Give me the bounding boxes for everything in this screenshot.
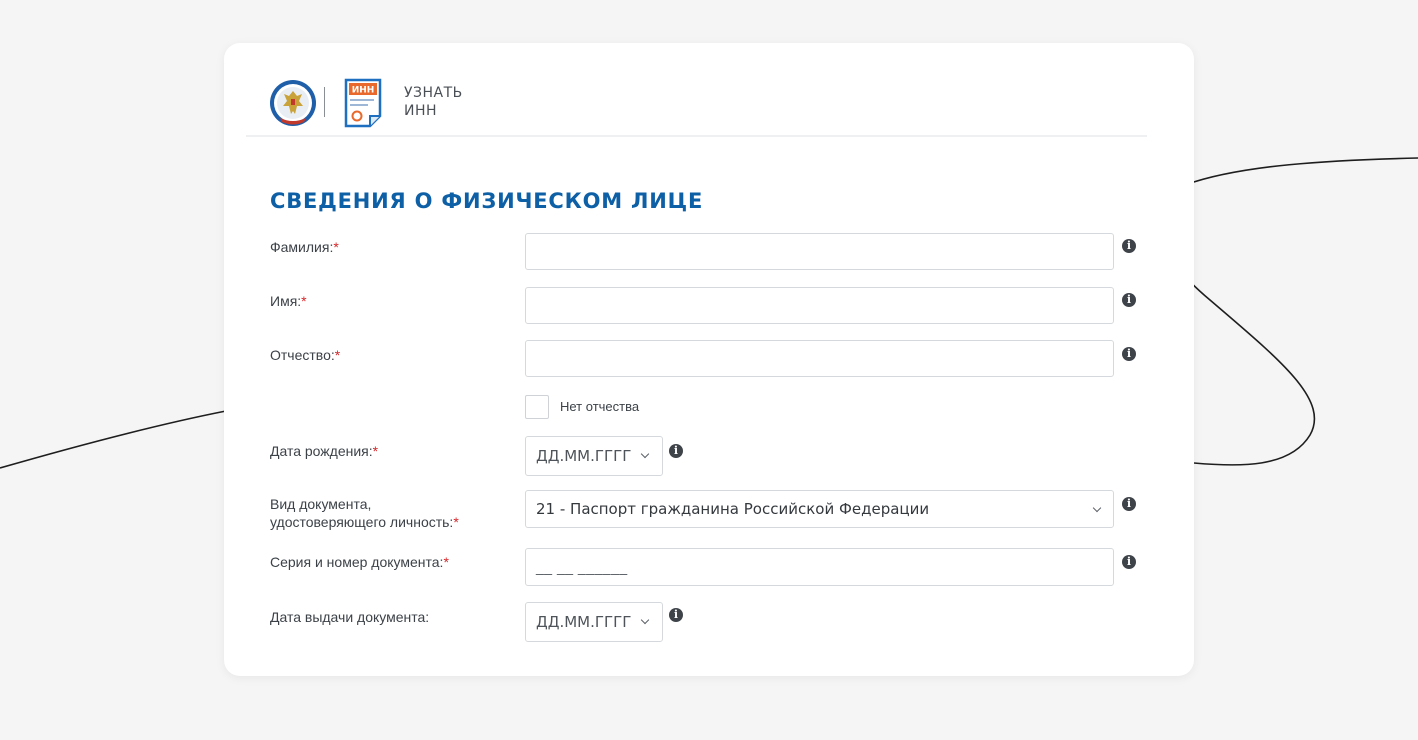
issuedate-picker[interactable]: ДД.ММ.ГГГГ bbox=[525, 602, 663, 642]
chevron-down-icon bbox=[640, 615, 650, 625]
header-logo-bar: ИНН УЗНАТЬ ИНН bbox=[246, 73, 1147, 137]
chevron-down-icon bbox=[1092, 503, 1102, 513]
required-mark: * bbox=[333, 239, 339, 255]
docnumber-input[interactable]: __ __ ______ bbox=[525, 548, 1114, 586]
patronymic-label: Отчество:* bbox=[270, 347, 341, 363]
docnumber-label: Серия и номер документа:* bbox=[270, 554, 449, 570]
required-mark: * bbox=[443, 554, 449, 570]
issuedate-label: Дата выдачи документа: bbox=[270, 609, 430, 625]
issuedate-value: ДД.ММ.ГГГГ bbox=[536, 613, 632, 631]
fns-emblem-icon bbox=[270, 80, 316, 126]
app-title: УЗНАТЬ ИНН bbox=[404, 84, 463, 120]
required-mark: * bbox=[372, 443, 379, 459]
firstname-label: Имя:* bbox=[270, 293, 307, 309]
required-mark: * bbox=[301, 293, 307, 309]
logo-divider bbox=[324, 87, 325, 117]
doctype-label: Вид документа, удостоверяющего личность:… bbox=[270, 496, 459, 530]
no-patronymic-checkbox[interactable] bbox=[525, 395, 549, 419]
chevron-down-icon bbox=[640, 449, 650, 459]
lastname-label: Фамилия:* bbox=[270, 239, 339, 255]
info-icon[interactable]: i bbox=[669, 608, 683, 622]
birthdate-picker[interactable]: ДД.ММ.ГГГГ bbox=[525, 436, 663, 476]
birthdate-value: ДД.ММ.ГГГГ bbox=[536, 447, 632, 465]
form-card: ИНН УЗНАТЬ ИНН СВЕДЕНИЯ О ФИЗИЧЕСКОМ ЛИЦ… bbox=[224, 43, 1194, 676]
info-icon[interactable]: i bbox=[1122, 555, 1136, 569]
app-title-line2: ИНН bbox=[404, 103, 438, 119]
info-icon[interactable]: i bbox=[1122, 293, 1136, 307]
inn-document-icon: ИНН bbox=[344, 78, 382, 128]
required-mark: * bbox=[453, 514, 459, 530]
app-title-line1: УЗНАТЬ bbox=[404, 85, 463, 101]
no-patronymic-label: Нет отчества bbox=[560, 399, 640, 414]
inn-badge-text: ИНН bbox=[352, 86, 375, 96]
required-mark: * bbox=[334, 347, 341, 363]
doctype-value: 21 - Паспорт гражданина Российской Федер… bbox=[536, 500, 930, 518]
info-icon[interactable]: i bbox=[1122, 239, 1136, 253]
birthdate-label: Дата рождения:* bbox=[270, 443, 379, 459]
patronymic-input[interactable] bbox=[525, 340, 1114, 377]
doctype-select[interactable]: 21 - Паспорт гражданина Российской Федер… bbox=[525, 490, 1114, 528]
info-icon[interactable]: i bbox=[1122, 497, 1136, 511]
info-icon[interactable]: i bbox=[1122, 347, 1136, 361]
firstname-input[interactable] bbox=[525, 287, 1114, 324]
info-icon[interactable]: i bbox=[669, 444, 683, 458]
section-title: СВЕДЕНИЯ О ФИЗИЧЕСКОМ ЛИЦЕ bbox=[270, 189, 704, 213]
lastname-input[interactable] bbox=[525, 233, 1114, 270]
docnumber-mask: __ __ ______ bbox=[536, 559, 628, 575]
